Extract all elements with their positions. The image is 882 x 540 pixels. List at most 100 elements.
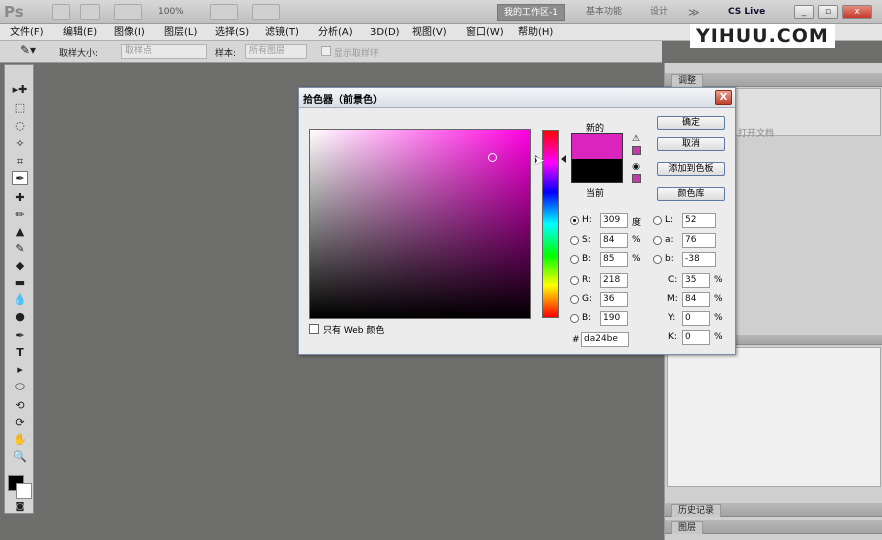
hand-tool-icon[interactable]: ✋ [12,433,28,447]
dodge-tool-icon[interactable]: ● [12,310,28,324]
more-workspaces-icon[interactable]: ≫ [682,4,706,21]
path-select-tool-icon[interactable]: ▸ [12,363,28,377]
eraser-tool-icon[interactable]: ◆ [12,259,28,273]
hue-radio[interactable] [570,216,579,225]
lab-b-input[interactable]: -38 [682,252,716,267]
workspace-tab-design[interactable]: 设计 [644,4,674,21]
saturation-brightness-field[interactable] [309,129,531,319]
brush-tool-icon[interactable]: ✏ [12,208,28,222]
sample-size-select[interactable]: 取样点 [121,44,207,59]
close-app-button[interactable]: x [842,5,872,19]
clone-stamp-tool-icon[interactable]: ▲ [12,225,28,239]
history-tab[interactable]: 历史记录 [671,504,722,517]
screen-mode-button[interactable] [252,4,280,20]
crop-tool-icon[interactable]: ⌗ [12,155,28,169]
cyan-label: C: [668,275,678,285]
menu-3d[interactable]: 3D(D) [370,26,400,39]
type-tool-icon[interactable]: T [12,346,28,360]
healing-brush-tool-icon[interactable]: ✚ [12,191,28,205]
menu-layer[interactable]: 图层(L) [164,26,197,39]
magenta-input[interactable]: 84 [682,292,710,307]
menu-analysis[interactable]: 分析(A) [318,26,353,39]
sample-label: 样本: [215,49,237,59]
3d-orbit-tool-icon[interactable]: ⟳ [12,416,28,430]
bridge-button[interactable] [52,4,70,20]
eyedropper-tool-icon[interactable]: ✒ [12,171,28,185]
quick-select-tool-icon[interactable]: ✧ [12,137,28,151]
mouse-cursor-icon: ➤ [533,153,545,169]
saturation-radio[interactable] [570,236,579,245]
cancel-button[interactable]: 取消 [657,137,725,151]
web-colors-only-checkbox[interactable] [309,324,319,334]
black-input[interactable]: 0 [682,330,710,345]
hue-input[interactable]: 309 [600,213,628,228]
lab-b-radio[interactable] [653,255,662,264]
cyan-input[interactable]: 35 [682,273,710,288]
cs-live-button[interactable]: CS Live [722,4,771,21]
menu-view[interactable]: 视图(V) [412,26,447,39]
lab-l-radio[interactable] [653,216,662,225]
arrange-documents-button[interactable] [210,4,238,20]
menu-edit[interactable]: 编辑(E) [63,26,97,39]
gamut-color-swatch[interactable] [632,146,641,155]
move-tool-icon[interactable]: ▸✚ [12,83,28,97]
lab-a-radio[interactable] [653,236,662,245]
pen-tool-icon[interactable]: ✒ [12,329,28,343]
lab-a-input[interactable]: 76 [682,233,716,248]
menu-select[interactable]: 选择(S) [215,26,249,39]
menu-image[interactable]: 图像(I) [114,26,145,39]
mini-bridge-button[interactable] [80,4,100,20]
menu-filter[interactable]: 滤镜(T) [265,26,299,39]
workspace-tab-essentials[interactable]: 基本功能 [580,4,628,21]
ok-button[interactable]: 确定 [657,116,725,130]
minimize-button[interactable]: _ [794,5,814,19]
gradient-tool-icon[interactable]: ▬ [12,276,28,290]
sample-layers-select[interactable]: 所有图层 [245,44,307,59]
quick-mask-icon[interactable]: ◙ [12,500,28,514]
blue-input[interactable]: 190 [600,311,628,326]
saturation-input[interactable]: 84 [600,233,628,248]
zoom-tool-icon[interactable]: 🔍 [12,450,28,464]
hex-input[interactable]: da24be [581,332,629,347]
brightness-radio[interactable] [570,255,579,264]
history-brush-tool-icon[interactable]: ✎ [12,242,28,256]
layers-tab[interactable]: 图层 [671,521,704,534]
red-input[interactable]: 218 [600,273,628,288]
gamut-warning-icon[interactable]: ⚠ [631,134,641,144]
menu-file[interactable]: 文件(F) [10,26,44,39]
red-radio[interactable] [570,276,579,285]
lasso-tool-icon[interactable]: ◌ [12,119,28,133]
current-color-swatch[interactable] [571,159,623,183]
magenta-unit: % [714,294,723,304]
yellow-input[interactable]: 0 [682,311,710,326]
dialog-close-button[interactable]: X [715,90,732,105]
web-colors-only-label: 只有 Web 颜色 [323,326,385,336]
eyedropper-preset-icon[interactable]: ✎▾ [20,43,36,57]
marquee-tool-icon[interactable]: ⬚ [12,101,28,115]
web-safe-warning-icon[interactable]: ◉ [631,162,641,172]
web-safe-color-swatch[interactable] [632,174,641,183]
adjustments-tab[interactable]: 调整 [671,74,704,87]
blue-radio[interactable] [570,314,579,323]
cyan-unit: % [714,275,723,285]
menu-window[interactable]: 窗口(W) [466,26,504,39]
restore-button[interactable]: ▫ [818,5,838,19]
add-to-swatches-button[interactable]: 添加到色板 [657,162,725,176]
lab-l-label: L: [665,215,674,225]
menu-help[interactable]: 帮助(H) [518,26,553,39]
show-ring-checkbox[interactable] [321,46,331,56]
workspace-tab-mine[interactable]: 我的工作区-1 [497,4,565,21]
background-color-swatch[interactable] [16,483,32,499]
green-input[interactable]: 36 [600,292,628,307]
zoom-level[interactable]: 100% [158,4,184,20]
view-extras-button[interactable] [114,4,142,20]
brightness-input[interactable]: 85 [600,252,628,267]
3d-rotate-tool-icon[interactable]: ⟲ [12,399,28,413]
green-radio[interactable] [570,295,579,304]
color-picker-circle[interactable] [488,153,497,162]
lab-l-input[interactable]: 52 [682,213,716,228]
shape-tool-icon[interactable]: ⬭ [12,380,28,394]
blur-tool-icon[interactable]: 💧 [12,293,28,307]
color-libraries-button[interactable]: 颜色库 [657,187,725,201]
hue-slider-right-arrow[interactable] [561,155,566,163]
